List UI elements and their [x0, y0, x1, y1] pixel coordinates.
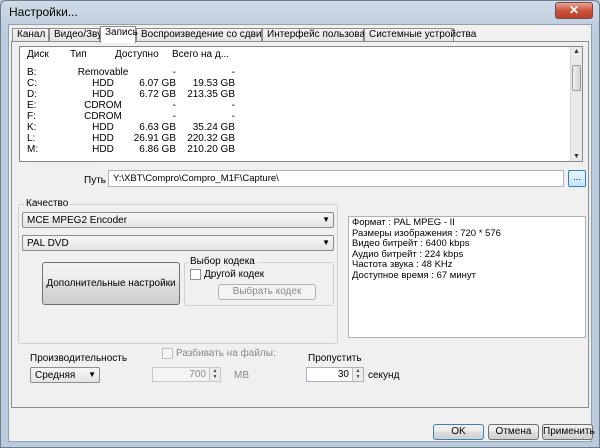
- tab-timeshift[interactable]: Воспроизведение со сдвигом: [136, 28, 277, 42]
- close-button[interactable]: ✕: [555, 2, 593, 19]
- profile-select[interactable]: PAL DVD ▼: [22, 235, 334, 251]
- disk-total: -: [231, 67, 235, 78]
- list-item[interactable]: F: CDROM - -: [20, 111, 568, 122]
- info-sample-rate: Частота звука : 48 KHz: [352, 259, 453, 270]
- list-item[interactable]: B: Removable - -: [20, 67, 568, 78]
- tab-recording[interactable]: Запись: [100, 26, 138, 43]
- encoder-select[interactable]: MCE MPEG2 Encoder ▼: [22, 212, 334, 228]
- disk-total: 19.53 GB: [192, 78, 235, 89]
- disk-total: 220.32 GB: [187, 133, 235, 144]
- list-item[interactable]: K: HDD 6.63 GB 35.24 GB: [20, 122, 568, 133]
- disk-available: -: [172, 100, 176, 111]
- other-codec-checkbox[interactable]: [190, 269, 201, 280]
- disk-list[interactable]: Диск Тип Доступно Всего на д... B: Remov…: [19, 46, 583, 162]
- scroll-down-icon[interactable]: ▼: [573, 153, 580, 160]
- other-codec-label: Другой кодек: [204, 269, 265, 280]
- disk-total: 35.24 GB: [192, 122, 235, 133]
- disk-letter: F:: [27, 111, 36, 122]
- disk-available: 6.63 GB: [139, 122, 176, 133]
- disk-letter: K:: [27, 122, 37, 133]
- info-video-bitrate: Видео битрейт : 6400 kbps: [352, 238, 470, 249]
- column-header-disk[interactable]: Диск: [27, 49, 49, 60]
- skip-seconds-value: 30: [337, 369, 349, 380]
- skip-label: Пропустить: [308, 353, 362, 364]
- disk-letter: L:: [27, 133, 36, 144]
- info-available-time: Доступное время : 67 минут: [352, 269, 476, 281]
- resize-grip-icon[interactable]: ⋰: [582, 431, 590, 440]
- performance-label: Производительность: [30, 353, 128, 364]
- profile-value: PAL DVD: [27, 238, 69, 249]
- disk-available: 6.86 GB: [139, 144, 176, 155]
- path-field[interactable]: Y:\XBT\Compro\Compro_M1F\Capture\: [108, 170, 564, 187]
- list-item[interactable]: D: HDD 6.72 GB 213.35 GB: [20, 89, 568, 100]
- tab-video-audio[interactable]: Видео/Звук: [49, 28, 107, 42]
- performance-select[interactable]: Средняя ▼: [30, 367, 100, 383]
- window-title: Настройки...: [9, 5, 78, 19]
- disk-available: 26.91 GB: [133, 133, 176, 144]
- disk-letter: M:: [27, 144, 39, 155]
- disk-letter: C:: [27, 78, 37, 89]
- list-item[interactable]: E: CDROM - -: [20, 100, 568, 111]
- disk-available: 6.72 GB: [139, 89, 176, 100]
- column-header-total[interactable]: Всего на д...: [172, 49, 242, 60]
- encoder-value: MCE MPEG2 Encoder: [27, 215, 128, 226]
- dialog-client: Канал Видео/Звук Запись Воспроизведение …: [8, 24, 595, 442]
- choose-codec-button[interactable]: Выбрать кодек: [218, 284, 316, 300]
- disk-letter: B:: [27, 67, 37, 78]
- disk-available: 6.07 GB: [139, 78, 176, 89]
- disk-total: -: [231, 111, 235, 122]
- info-format: Формат : PAL MPEG - II: [352, 217, 455, 228]
- skip-seconds-stepper[interactable]: 30 ▲ ▼: [306, 367, 364, 382]
- settings-window: Настройки... ✕ Канал Видео/Звук Запись В…: [0, 0, 600, 448]
- split-unit-label: MB: [234, 370, 249, 381]
- skip-unit-label: секунд: [368, 370, 400, 381]
- recording-panel: Диск Тип Доступно Всего на д... B: Remov…: [11, 41, 589, 408]
- list-item[interactable]: C: HDD 6.07 GB 19.53 GB: [20, 78, 568, 89]
- disk-list-header: Диск Тип Доступно Всего на д...: [20, 49, 568, 63]
- disk-letter: E:: [27, 100, 37, 111]
- disk-total: 213.35 GB: [187, 89, 235, 100]
- spin-arrows-icon[interactable]: ▲ ▼: [209, 368, 220, 381]
- format-info-box: Формат : PAL MPEG - II Размеры изображен…: [348, 216, 586, 338]
- cancel-button[interactable]: Отмена: [488, 424, 539, 440]
- disk-letter: D:: [27, 89, 37, 100]
- quality-legend: Качество: [24, 198, 71, 209]
- tab-user-interface[interactable]: Интерфейс пользователя: [262, 28, 386, 42]
- browse-button[interactable]: ...: [568, 170, 586, 187]
- disk-total: 210.20 GB: [187, 144, 235, 155]
- list-item[interactable]: L: HDD 26.91 GB 220.32 GB: [20, 133, 568, 144]
- close-icon: ✕: [568, 3, 580, 17]
- title-bar[interactable]: Настройки... ✕: [1, 1, 599, 23]
- list-item[interactable]: M: HDD 6.86 GB 210.20 GB: [20, 144, 568, 155]
- ok-button[interactable]: OK: [433, 424, 484, 440]
- disk-total: -: [231, 100, 235, 111]
- tab-channel[interactable]: Канал: [12, 28, 49, 42]
- disk-list-scrollbar[interactable]: ▲ ▼: [570, 47, 582, 161]
- advanced-settings-button[interactable]: Дополнительные настройки: [42, 262, 180, 305]
- performance-value: Средняя: [35, 370, 76, 381]
- scrollbar-thumb[interactable]: [572, 65, 581, 91]
- tab-system-devices[interactable]: Системные устройства: [364, 28, 476, 42]
- split-size-value: 700: [189, 369, 206, 380]
- column-header-type[interactable]: Тип: [70, 49, 110, 60]
- split-size-stepper[interactable]: 700 ▲ ▼: [152, 367, 221, 382]
- chevron-down-icon: ▼: [322, 238, 330, 247]
- disk-available: -: [172, 67, 176, 78]
- chevron-down-icon: ▼: [322, 215, 330, 224]
- scroll-up-icon[interactable]: ▲: [573, 48, 580, 55]
- codec-legend: Выбор кодека: [188, 256, 257, 267]
- chevron-down-icon: ▼: [88, 370, 96, 379]
- column-header-available[interactable]: Доступно: [115, 49, 175, 60]
- split-files-checkbox[interactable]: [162, 348, 173, 359]
- spin-arrows-icon[interactable]: ▲ ▼: [352, 368, 363, 381]
- disk-available: -: [172, 111, 176, 122]
- split-files-label: Разбивать на файлы:: [176, 348, 276, 359]
- path-label: Путь: [84, 175, 106, 186]
